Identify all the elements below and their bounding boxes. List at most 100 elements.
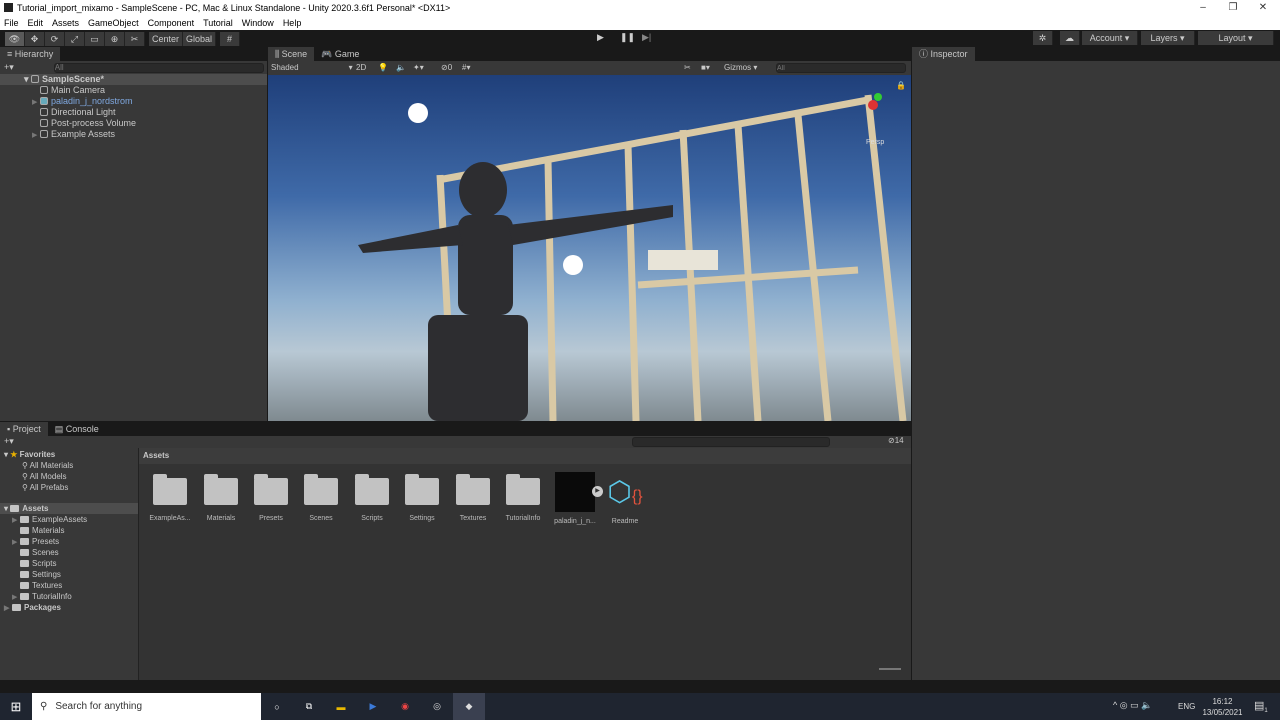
hidden-objects-toggle[interactable]: ⊘0 — [441, 61, 452, 75]
hierarchy-item[interactable]: Directional Light — [0, 107, 267, 118]
step-button[interactable]: ▶| — [642, 32, 651, 43]
shading-dropdown[interactable]: Shaded ▾ — [271, 61, 353, 75]
2d-toggle[interactable]: 2D — [356, 61, 366, 75]
asset-readme[interactable]: ⬡{} Readme — [600, 472, 650, 525]
language-indicator[interactable]: ENG — [1178, 702, 1195, 711]
scene-row[interactable]: ▾ SampleScene* — [0, 74, 267, 85]
view-tool-button[interactable]: 👁 — [5, 31, 25, 46]
lighting-toggle-icon[interactable]: 💡 — [378, 61, 388, 75]
pause-button[interactable]: ❚❚ — [620, 32, 635, 43]
tab-console[interactable]: ▤ Console — [48, 422, 106, 436]
cortana-icon[interactable]: ○ — [261, 702, 293, 712]
rotate-tool-button[interactable]: ⟳ — [45, 31, 65, 46]
tab-scene[interactable]: ⫼ Scene — [268, 47, 315, 61]
asset-label: Scenes — [309, 515, 333, 522]
hierarchy-item[interactable]: ▶ Example Assets — [0, 129, 267, 140]
favorite-item[interactable]: ⚲ All Prefabs — [0, 482, 138, 493]
asset-model[interactable]: ▶ paladin_j_n... — [550, 472, 603, 525]
menu-gameobject[interactable]: GameObject — [88, 18, 139, 28]
tray-icons[interactable]: ^ ◎ ▭ 🔈 — [1113, 700, 1152, 711]
hierarchy-item[interactable]: Post-process Volume — [0, 118, 267, 129]
cloud-icon[interactable]: ☁ — [1060, 31, 1080, 45]
clock[interactable]: 16:12 13/05/2021 — [1200, 696, 1245, 718]
scene-viewport[interactable]: Persp 🔒 — [268, 75, 911, 421]
play-button[interactable]: ▶ — [597, 32, 604, 43]
rect-tool-button[interactable]: ▭ — [85, 31, 105, 46]
unity-taskbar-icon[interactable]: ◆ — [453, 693, 485, 720]
tools-icon[interactable]: ✂ — [684, 61, 691, 75]
menu-file[interactable]: File — [4, 18, 19, 28]
packages-row[interactable]: ▶ Packages — [0, 602, 138, 613]
asset-folder[interactable]: Textures — [448, 472, 498, 522]
effects-dropdown[interactable]: ✦▾ — [413, 61, 424, 75]
custom-tool-button[interactable]: ✂ — [125, 31, 145, 46]
tab-hierarchy[interactable]: ≡ Hierarchy — [0, 47, 61, 61]
asset-folder[interactable]: Materials — [196, 472, 246, 522]
add-button[interactable]: +▾ — [4, 62, 14, 73]
folder-item[interactable]: ▶ Presets — [0, 536, 138, 547]
layout-dropdown[interactable]: Layout ▾ — [1198, 31, 1274, 45]
menu-component[interactable]: Component — [148, 18, 195, 28]
folder-item[interactable]: ▶ TutorialInfo — [0, 591, 138, 602]
move-tool-button[interactable]: ✥ — [25, 31, 45, 46]
asset-folder[interactable]: TutorialInfo — [498, 472, 548, 522]
project-search-input[interactable] — [632, 437, 830, 447]
assets-folder-row[interactable]: ▾ Assets — [0, 503, 138, 514]
maximize-button[interactable]: ❐ — [1218, 0, 1248, 15]
taskbar-search[interactable]: ⚲ Search for anything — [32, 693, 261, 720]
close-button[interactable]: ✕ — [1248, 0, 1278, 15]
hidden-packages-count[interactable]: ⊘14 — [888, 436, 904, 445]
tab-inspector[interactable]: ⓘ Inspector — [912, 47, 975, 61]
scale-tool-button[interactable]: ⤢ — [65, 31, 85, 46]
account-dropdown[interactable]: Account ▾ — [1082, 31, 1138, 45]
folder-item[interactable]: Scenes — [0, 547, 138, 558]
unity-hub-icon[interactable]: ◎ — [421, 701, 453, 712]
asset-folder[interactable]: ExampleAs... — [145, 472, 195, 522]
chrome-icon[interactable]: ◉ — [389, 701, 421, 712]
folder-item[interactable]: Scripts — [0, 558, 138, 569]
audio-toggle-icon[interactable]: 🔈 — [396, 61, 406, 75]
favorite-item[interactable]: ⚲ All Materials — [0, 460, 138, 471]
folder-icon — [506, 474, 540, 505]
grid-dropdown[interactable]: #▾ — [462, 61, 470, 75]
asset-folder[interactable]: Settings — [397, 472, 447, 522]
hierarchy-search-input[interactable] — [53, 62, 264, 73]
file-explorer-icon[interactable]: ▬ — [325, 702, 357, 712]
asset-folder[interactable]: Scenes — [296, 472, 346, 522]
menu-assets[interactable]: Assets — [52, 18, 79, 28]
task-view-icon[interactable]: ⧉ — [293, 701, 325, 712]
powershell-icon[interactable]: ▶ — [357, 701, 389, 712]
folder-item[interactable]: Materials — [0, 525, 138, 536]
pivot-center-button[interactable]: Center — [149, 31, 184, 46]
windows-start-icon[interactable]: ⊞ — [0, 699, 32, 715]
minimize-button[interactable]: – — [1188, 0, 1218, 15]
folder-item[interactable]: ▶ ExampleAssets — [0, 514, 138, 525]
asset-folder[interactable]: Scripts — [347, 472, 397, 522]
menu-tutorial[interactable]: Tutorial — [203, 18, 233, 28]
transform-tool-button[interactable]: ⊕ — [105, 31, 125, 46]
lock-icon[interactable]: 🔒 — [896, 81, 906, 90]
favorites-row[interactable]: ▾ ★ Favorites — [0, 449, 138, 460]
create-button[interactable]: +▾ — [4, 436, 14, 447]
gizmos-dropdown[interactable]: Gizmos ▾ — [724, 61, 757, 75]
hierarchy-item[interactable]: Main Camera — [0, 85, 267, 96]
scene-search-input[interactable] — [776, 63, 906, 73]
pivot-global-button[interactable]: Global — [183, 31, 217, 46]
notifications-icon[interactable]: ▤1 — [1254, 699, 1268, 714]
favorite-item[interactable]: ⚲ All Models — [0, 471, 138, 482]
tab-game[interactable]: 🎮 Game — [314, 47, 366, 61]
tab-project[interactable]: ▪ Project — [0, 422, 48, 436]
menu-edit[interactable]: Edit — [28, 18, 44, 28]
camera-dropdown[interactable]: ■▾ — [701, 61, 710, 75]
collab-icon[interactable]: ✲ — [1033, 31, 1053, 45]
grid-snap-button[interactable]: # — [220, 31, 241, 46]
folder-item[interactable]: Settings — [0, 569, 138, 580]
asset-folder[interactable]: Presets — [246, 472, 296, 522]
layers-dropdown[interactable]: Layers ▾ — [1141, 31, 1195, 45]
hierarchy-item[interactable]: ▶ paladin_j_nordstrom — [0, 96, 267, 107]
icon-size-slider[interactable] — [879, 668, 901, 670]
folder-item[interactable]: Textures — [0, 580, 138, 591]
menu-window[interactable]: Window — [242, 18, 274, 28]
menu-help[interactable]: Help — [283, 18, 302, 28]
item-label: Assets — [22, 504, 49, 513]
